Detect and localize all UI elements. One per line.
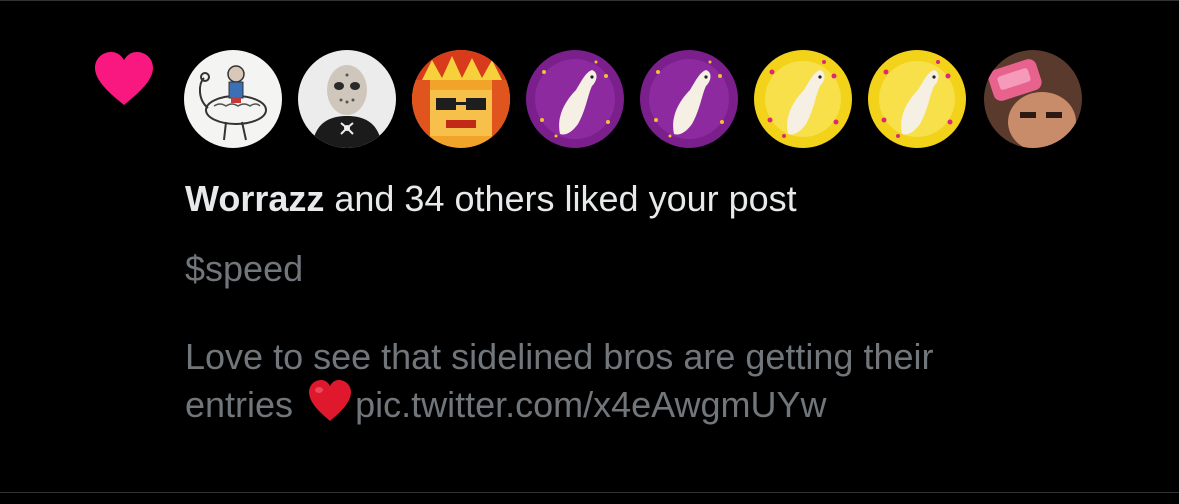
post-line-3-text: entries — [185, 384, 304, 425]
post-line-1: $speed — [185, 248, 304, 289]
avatar-dog-yellow-2[interactable] — [868, 50, 966, 148]
avatar-emu-rider[interactable] — [184, 50, 282, 148]
like-notification[interactable]: Worrazz and 34 others liked your post $s… — [0, 1, 1179, 492]
avatar-hockey-mask[interactable] — [298, 50, 396, 148]
liked-post-preview[interactable]: $speed Love to see that sidelined bros a… — [185, 247, 1145, 427]
headline-text: and 34 others liked your post — [324, 178, 797, 219]
avatar-pixel-face[interactable] — [412, 50, 510, 148]
post-line-2: Love to see that sidelined bros are gett… — [185, 336, 934, 377]
avatar-dog-purple-1[interactable] — [526, 50, 624, 148]
heart-icon — [95, 52, 153, 105]
liker-username[interactable]: Worrazz — [185, 178, 324, 219]
red-heart-emoji-icon — [309, 380, 352, 421]
avatar-dog-yellow-1[interactable] — [754, 50, 852, 148]
bottom-divider — [0, 492, 1179, 493]
avatar-soap-club[interactable] — [984, 50, 1082, 148]
avatar-dog-purple-2[interactable] — [640, 50, 738, 148]
notification-headline: Worrazz and 34 others liked your post — [185, 177, 797, 221]
post-media-link[interactable]: pic.twitter.com/x4eAwgmUYw — [355, 384, 826, 425]
post-line-3: entries pic.twitter.com/x4eAwgmUYw — [185, 379, 1145, 427]
